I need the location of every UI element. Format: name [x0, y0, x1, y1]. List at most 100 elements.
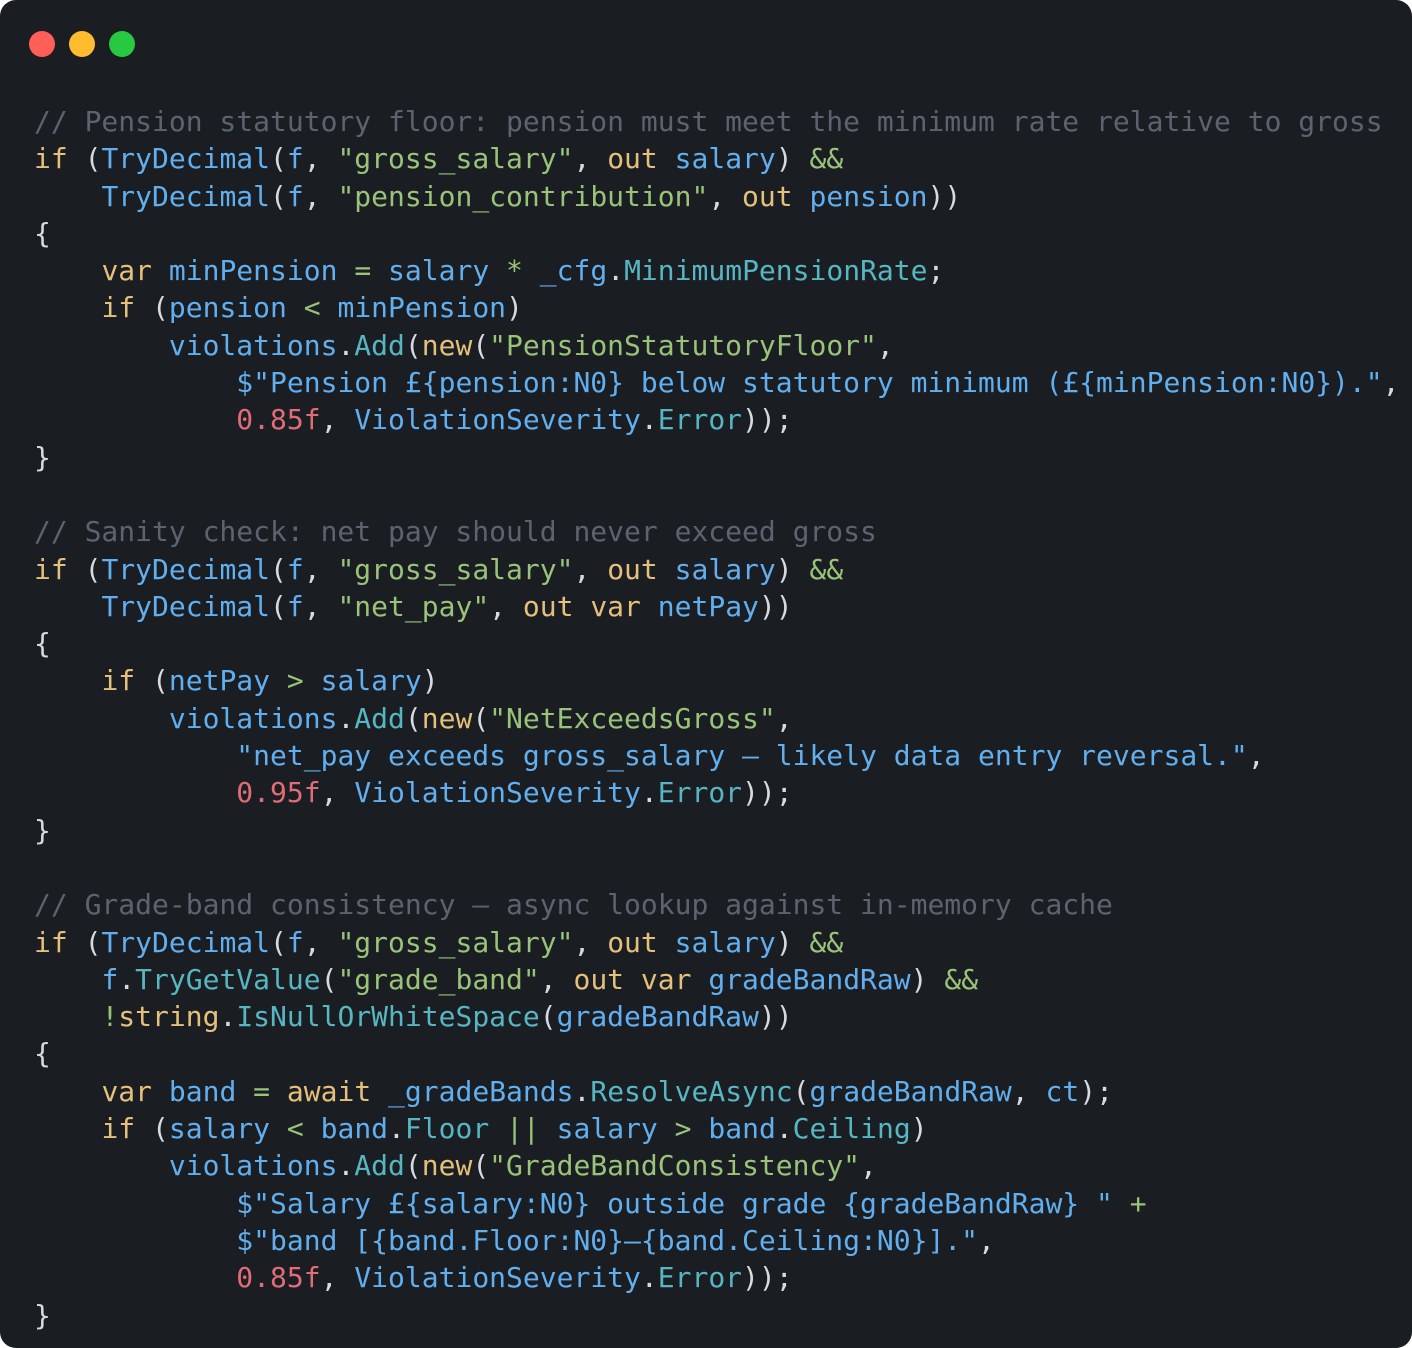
code-token: ( — [67, 925, 102, 959]
code-line: if (netPay > salary) — [34, 662, 1399, 699]
code-token: )); — [742, 1261, 793, 1295]
code-token: if — [34, 925, 68, 959]
code-token: f — [101, 962, 119, 996]
code-token: , — [1011, 1074, 1046, 1108]
code-token: "net_pay" — [337, 589, 490, 623]
code-line: { — [34, 215, 1399, 252]
code-token: var — [640, 962, 692, 996]
code-token: IsNullOrWhiteSpace — [236, 1000, 540, 1034]
code-token: && — [809, 552, 844, 586]
code-token: new — [421, 701, 473, 735]
code-token: , — [489, 589, 523, 623]
code-token: . — [337, 1149, 355, 1183]
code-line: violations.Add(new("GradeBandConsistency… — [34, 1147, 1399, 1184]
code-token: ( — [67, 552, 102, 586]
code-token: , — [303, 925, 338, 959]
code-token: out — [522, 589, 574, 623]
code-token: Add — [354, 1149, 405, 1183]
code-token: "grade_band" — [337, 962, 540, 996]
code-token: // Sanity check: net pay should never ex… — [34, 515, 877, 549]
code-token: new — [421, 1149, 473, 1183]
code-token: _gradeBands — [388, 1074, 574, 1108]
code-token: if — [101, 1112, 136, 1146]
code-token: var — [590, 589, 641, 623]
code-line: TryDecimal(f, "net_pay", out var netPay)… — [34, 588, 1399, 625]
code-token: ) — [910, 1112, 928, 1146]
code-token: , — [860, 1149, 877, 1183]
code-token: )); — [742, 776, 793, 810]
code-token: TryDecimal — [101, 589, 271, 623]
code-token: { — [34, 1037, 51, 1071]
code-token: salary — [674, 925, 776, 959]
code-token: "gross_salary" — [337, 925, 574, 959]
code-token: { — [34, 216, 51, 250]
code-token: gradeBandRaw — [809, 1074, 1012, 1108]
code-line: // Sanity check: net pay should never ex… — [34, 513, 1399, 550]
code-token: salary — [320, 664, 422, 698]
code-token: ViolationSeverity — [354, 776, 641, 810]
code-line: { — [34, 625, 1399, 662]
code-token: , — [303, 179, 338, 213]
code-token: , — [573, 142, 608, 176]
code-token: TryGetValue — [135, 962, 321, 996]
code-token: ViolationSeverity — [354, 1261, 641, 1295]
code-token: < — [303, 291, 321, 325]
code-token: MinimumPensionRate — [624, 254, 928, 288]
code-token: , — [1247, 739, 1265, 773]
code-token: . — [573, 1074, 591, 1108]
code-token: ( — [404, 1149, 422, 1183]
code-token: minPension — [168, 254, 338, 288]
code-token: // Pension statutory floor: pension must… — [34, 105, 1383, 138]
code-token: Ceiling — [792, 1112, 911, 1146]
code-token: . — [640, 403, 658, 437]
code-line: } — [34, 1297, 1399, 1334]
close-button[interactable] — [29, 31, 55, 57]
code-token: violations — [168, 701, 338, 735]
code-line: violations.Add(new("PensionStatutoryFloo… — [34, 327, 1399, 364]
code-token: ) — [910, 962, 945, 996]
minimize-button[interactable] — [69, 31, 95, 57]
code-line: // Pension statutory floor: pension must… — [34, 103, 1399, 140]
code-token: ( — [404, 701, 422, 735]
code-block: // Pension statutory floor: pension must… — [34, 103, 1399, 1334]
code-token: out — [607, 142, 658, 176]
code-token: "pension_contribution" — [337, 179, 709, 213]
code-token: > — [674, 1112, 692, 1146]
code-token: . — [337, 328, 355, 362]
code-line: f.TryGetValue("grade_band", out var grad… — [34, 961, 1399, 998]
code-token: 0.95f — [236, 776, 321, 810]
zoom-button[interactable] — [109, 31, 135, 57]
code-token: , — [1382, 366, 1400, 400]
code-token: ( — [792, 1074, 810, 1108]
code-token: if — [34, 552, 68, 586]
code-token: = — [253, 1074, 271, 1108]
code-token: out — [573, 962, 625, 996]
code-token: ( — [135, 664, 169, 698]
code-token: Add — [354, 701, 405, 735]
code-token: ! — [101, 1000, 119, 1034]
code-line: TryDecimal(f, "pension_contribution", ou… — [34, 178, 1399, 215]
code-token: ; — [927, 254, 945, 288]
code-token: && — [809, 142, 844, 176]
code-token: $"band [{band.Floor:N0}–{band.Ceiling:N0… — [236, 1223, 979, 1257]
code-token: TryDecimal — [101, 179, 271, 213]
code-token: ( — [135, 291, 169, 325]
code-token: ( — [539, 1000, 557, 1034]
code-token: ( — [320, 962, 338, 996]
code-line: // Grade-band consistency — async lookup… — [34, 886, 1399, 923]
code-token: f — [286, 589, 304, 623]
